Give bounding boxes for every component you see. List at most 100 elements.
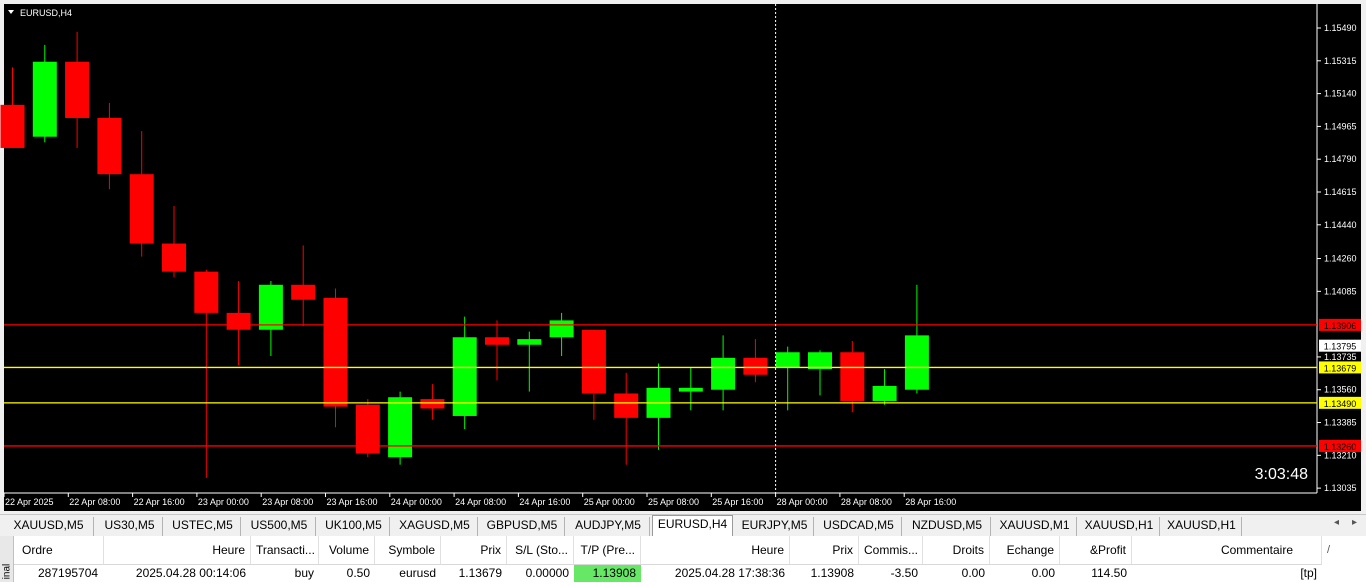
- price-chart[interactable]: 1.139061.136791.134901.13260 1.154901.15…: [0, 0, 1366, 514]
- countdown-timer: 3:03:48: [1255, 466, 1308, 483]
- candle-body: [32, 61, 57, 137]
- chart-tab[interactable]: NZDUSD,M5: [904, 517, 991, 536]
- window-title: EURUSD,H4: [20, 8, 72, 18]
- time-tick-label: 28 Apr 08:00: [841, 497, 892, 507]
- row-cell-tp: 1.13908: [574, 565, 641, 582]
- candle: [355, 399, 380, 458]
- chart-tab[interactable]: US500,M5: [243, 517, 316, 536]
- chart-tab[interactable]: USDCAD,M5: [816, 517, 902, 536]
- column-header[interactable]: Heure: [641, 536, 790, 565]
- column-header[interactable]: Ordre: [14, 536, 104, 565]
- time-tick-label: 22 Apr 08:00: [69, 497, 120, 507]
- candle-body: [452, 337, 477, 416]
- candle-body: [775, 352, 800, 368]
- chart-tab[interactable]: US30,M5: [97, 517, 163, 536]
- chart-tab[interactable]: XAGUSD,M5: [392, 517, 478, 536]
- chart-tab[interactable]: XAUUSD,M1: [993, 517, 1077, 536]
- chart-tab[interactable]: XAUUSD,H1: [1162, 517, 1242, 536]
- row-cell-close-price: 1.13908: [790, 565, 859, 582]
- price-tick-label: 1.14260: [1324, 254, 1357, 264]
- row-cell-exchange: 0.00: [990, 565, 1060, 582]
- column-header[interactable]: Heure: [104, 536, 251, 565]
- chart-tab[interactable]: EURJPY,M5: [736, 517, 814, 536]
- column-header[interactable]: &Profit: [1060, 536, 1132, 565]
- candle-body: [614, 393, 639, 418]
- candle-body: [840, 352, 865, 401]
- candle-body: [678, 387, 703, 392]
- tab-scroll-left-icon[interactable]: ◂: [1334, 517, 1339, 528]
- candle-body: [549, 320, 574, 338]
- candle-body: [194, 271, 219, 313]
- row-cell-close-time: 2025.04.28 17:38:36: [641, 565, 790, 582]
- price-tick-label: 1.14615: [1324, 187, 1357, 197]
- column-header[interactable]: T/P (Pre...: [574, 536, 641, 565]
- candle: [323, 288, 348, 428]
- bid-price-label: 1.13795: [1324, 342, 1357, 352]
- column-header[interactable]: Prix: [441, 536, 507, 565]
- price-tick-label: 1.14085: [1324, 286, 1357, 296]
- column-header[interactable]: Commis...: [859, 536, 923, 565]
- candle-body: [129, 174, 154, 244]
- candle-body: [872, 385, 897, 401]
- time-tick-label: 23 Apr 00:00: [198, 497, 249, 507]
- time-tick-label: 25 Apr 08:00: [648, 497, 699, 507]
- chart-tab[interactable]: UK100,M5: [318, 517, 390, 536]
- candle-body: [517, 339, 542, 345]
- column-header[interactable]: Volume: [319, 536, 375, 565]
- row-cell-order: 287195704: [14, 565, 104, 582]
- price-tick-label: 1.13210: [1324, 450, 1357, 460]
- time-tick-label: 28 Apr 00:00: [777, 497, 828, 507]
- column-header[interactable]: Droits: [923, 536, 990, 565]
- row-cell-volume: 0.50: [319, 565, 375, 582]
- price-tick-label: 1.15490: [1324, 23, 1357, 33]
- chart-tab[interactable]: XAUUSD,M5: [4, 517, 94, 536]
- candle-body: [291, 284, 316, 300]
- time-tick-label: 24 Apr 00:00: [391, 497, 442, 507]
- row-cell-type: buy: [251, 565, 319, 582]
- row-cell-symbol: eurusd: [375, 565, 441, 582]
- column-header[interactable]: Commentaire: [1132, 536, 1322, 565]
- time-tick-label: 22 Apr 2025: [5, 497, 54, 507]
- candle-body: [258, 284, 283, 330]
- time-tick-label: 22 Apr 16:00: [134, 497, 185, 507]
- column-header[interactable]: Symbole: [375, 536, 441, 565]
- row-cell-profit: 114.50: [1060, 565, 1132, 582]
- terminal-panel: inal Ordre Heure Transacti... Volume Symbole…: [0, 536, 1366, 582]
- time-tick-label: 24 Apr 08:00: [455, 497, 506, 507]
- column-header[interactable]: Prix: [790, 536, 859, 565]
- chart-tab[interactable]: EURUSD,H4: [652, 515, 733, 537]
- chart-window[interactable]: 1.13906 1.13679 1.13490 1.13260 1.15490 1.15…: [0, 0, 1366, 514]
- terminal-side-label: inal: [1, 563, 13, 580]
- chart-plot-area[interactable]: [4, 4, 1317, 493]
- candle-body: [65, 61, 90, 118]
- column-header[interactable]: S/L (Sto...: [507, 536, 574, 565]
- row-cell-sl: 0.00000: [507, 565, 574, 582]
- price-tick-label: 1.15315: [1324, 56, 1357, 66]
- row-cell-commission: -3.50: [859, 565, 923, 582]
- chart-tab[interactable]: USTEC,M5: [165, 517, 241, 536]
- chart-tab[interactable]: GBPUSD,M5: [480, 517, 565, 536]
- price-level-label: 1.13490: [1324, 399, 1357, 409]
- time-tick-label: 23 Apr 08:00: [262, 497, 313, 507]
- chart-tab-bar: ◂ ▸ XAUUSD,M5 US30,M5 USTEC,M5 US500,M5 UK10…: [0, 514, 1366, 537]
- candle-body: [323, 297, 348, 407]
- time-tick-label: 28 Apr 16:00: [905, 497, 956, 507]
- candle-body: [226, 312, 251, 330]
- row-cell-price: 1.13679: [441, 565, 507, 582]
- row-cell-swap: 0.00: [923, 565, 990, 582]
- sort-indicator: /: [1327, 544, 1331, 556]
- tab-scroll-right-icon[interactable]: ▸: [1352, 517, 1357, 528]
- price-level-label: 1.13906: [1324, 321, 1357, 331]
- column-header[interactable]: Transacti...: [251, 536, 319, 565]
- candle-body: [904, 335, 929, 390]
- chart-tab[interactable]: XAUUSD,H1: [1079, 517, 1160, 536]
- price-tick-label: 1.14790: [1324, 154, 1357, 164]
- candle-body: [485, 337, 509, 345]
- chart-tab[interactable]: AUDJPY,M5: [567, 517, 650, 536]
- price-tick-label: 1.13035: [1324, 483, 1357, 493]
- price-tick-label: 1.13735: [1324, 352, 1357, 362]
- price-level-label: 1.13679: [1324, 363, 1357, 373]
- price-tick-label: 1.13560: [1324, 385, 1357, 395]
- candle-body: [97, 117, 122, 175]
- column-header[interactable]: Echange: [990, 536, 1060, 565]
